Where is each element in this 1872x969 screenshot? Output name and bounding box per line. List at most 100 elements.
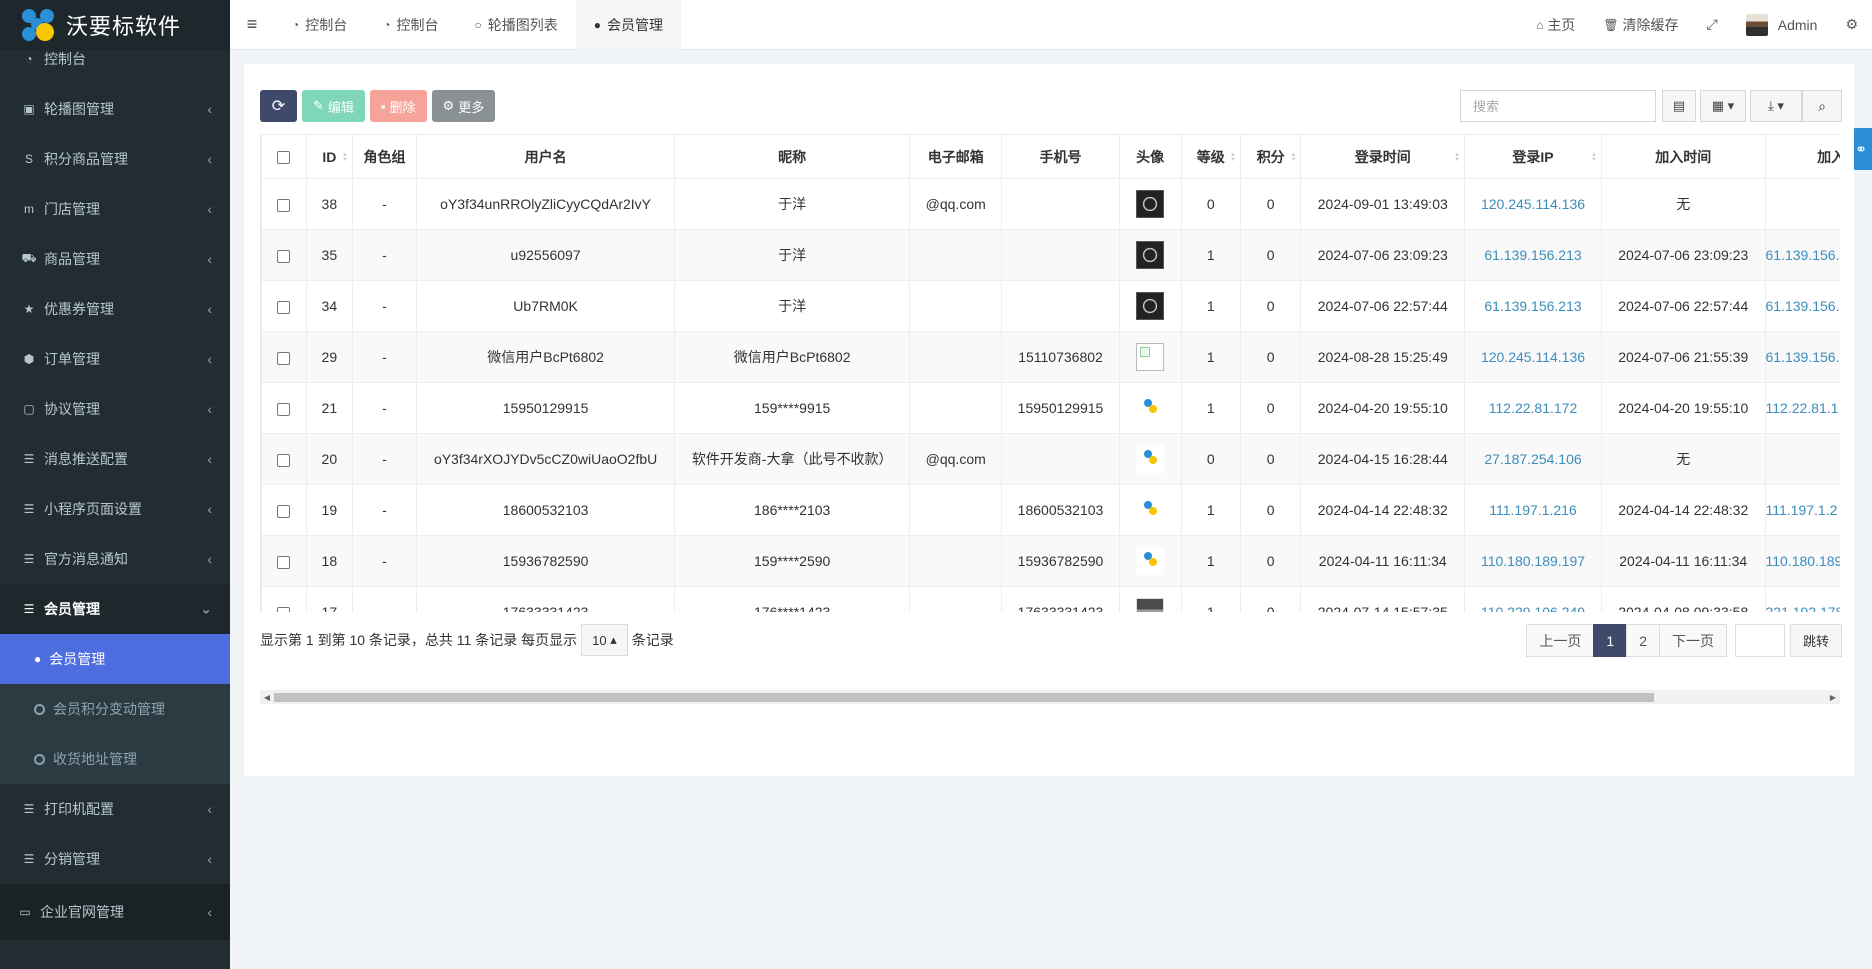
nav-tab[interactable]: ○ 轮播图列表 xyxy=(457,0,576,50)
cell-login-ip[interactable]: 61.139.156.213 xyxy=(1464,229,1602,281)
cell-join-ip[interactable]: 61.139.156.2 xyxy=(1764,331,1840,383)
cell-join-ip[interactable] xyxy=(1764,433,1840,485)
sidebar-item[interactable]: ☰ 小程序页面设置 ‹ xyxy=(0,484,230,534)
prev-page-button[interactable]: 上一页 xyxy=(1526,624,1595,657)
column-header[interactable]: 积分 xyxy=(1239,134,1302,179)
column-header[interactable]: 角色组 xyxy=(351,134,418,179)
avatar-image[interactable] xyxy=(1136,445,1165,473)
row-select-cell[interactable] xyxy=(261,382,307,434)
sidebar-subitem[interactable]: 会员积分变动管理 xyxy=(0,684,230,734)
column-header[interactable]: 加入IP xyxy=(1764,134,1840,179)
column-header[interactable]: 加入时间 xyxy=(1600,134,1766,179)
nav-tab[interactable]: ● 会员管理 xyxy=(575,0,681,50)
table-row[interactable]: 20- oY3f34rXOJYDv5cCZ0wiUaoO2fbU 软件开发商-大拿（… xyxy=(261,433,1840,485)
avatar-image[interactable] xyxy=(1136,496,1165,524)
next-page-button[interactable]: 下一页 xyxy=(1658,624,1727,657)
scroll-left-icon[interactable]: ◀ xyxy=(260,690,274,704)
more-button[interactable]: ⚙ 更多 xyxy=(431,90,496,122)
table-row[interactable]: 21-15950129915 159****9915 15950129915 1 0 20… xyxy=(261,382,1840,434)
avatar-image[interactable] xyxy=(1136,241,1165,269)
select-all-checkbox[interactable] xyxy=(277,151,291,165)
sidebar-item[interactable]: ▣ 轮播图管理 ‹ xyxy=(0,84,230,134)
nav-tab[interactable]: ◔ 控制台 xyxy=(274,0,365,50)
row-select-cell[interactable] xyxy=(261,484,307,536)
avatar-image[interactable] xyxy=(1136,343,1165,371)
user-menu[interactable]: Admin xyxy=(1732,13,1832,36)
jump-button[interactable]: 跳转 xyxy=(1789,624,1842,657)
page-size-dropdown[interactable]: 10 ▴ xyxy=(581,624,628,656)
table-row[interactable]: 35- u92556097 于洋 1 0 2024-07-06 23:09:23 61.13… xyxy=(261,229,1840,281)
cell-join-ip[interactable]: 221.192.178. xyxy=(1764,586,1840,612)
cell-login-ip[interactable]: 61.139.156.213 xyxy=(1464,280,1602,332)
column-header[interactable]: 电子邮箱 xyxy=(909,134,1003,179)
sidebar-item[interactable]: ★ 优惠券管理 ‹ xyxy=(0,284,230,334)
table-horizontal-scrollbar[interactable]: ◀ ▶ xyxy=(260,690,1840,704)
row-select-cell[interactable] xyxy=(261,586,307,612)
column-header[interactable]: 登录时间 xyxy=(1300,134,1466,179)
avatar-image[interactable] xyxy=(1136,598,1165,612)
row-checkbox[interactable] xyxy=(277,555,291,569)
cell-login-ip[interactable]: 112.22.81.172 xyxy=(1464,382,1602,434)
page-number-button[interactable]: 1 xyxy=(1593,624,1628,657)
table-row[interactable]: 17-17633331423 176****1423 17633331423 1 0 20… xyxy=(261,586,1840,612)
sidebar-item[interactable]: ☰ 会员管理 ⌄ xyxy=(0,584,230,634)
nav-tab[interactable]: ◔ 控制台 xyxy=(365,0,456,50)
search-button[interactable]: ⌕ xyxy=(1802,90,1842,122)
sidebar-item[interactable]: ▭ 企业官网管理 ‹ xyxy=(0,884,230,940)
sidebar-item[interactable]: ⬢ 订单管理 ‹ xyxy=(0,334,230,384)
fullscreen-icon[interactable]: ⤢ xyxy=(1693,16,1732,33)
cell-join-ip[interactable]: 61.139.156.2 xyxy=(1764,280,1840,332)
column-header[interactable]: 登录IP xyxy=(1464,134,1602,179)
sidebar-subitem[interactable]: 收货地址管理 xyxy=(0,734,230,784)
avatar-image[interactable] xyxy=(1136,547,1165,575)
row-checkbox[interactable] xyxy=(277,249,291,263)
delete-button[interactable]: ▪ 删除 xyxy=(369,90,427,122)
row-select-cell[interactable] xyxy=(261,229,307,281)
cell-join-ip[interactable] xyxy=(1764,178,1840,230)
table-row[interactable]: 29- 微信用户BcPt6802 微信用户BcPt6802 15110736802 1 0… xyxy=(261,331,1840,383)
row-checkbox[interactable] xyxy=(277,198,291,212)
row-select-cell[interactable] xyxy=(261,178,307,230)
sidebar-item[interactable]: m 门店管理 ‹ xyxy=(0,184,230,234)
cell-login-ip[interactable]: 120.245.114.136 xyxy=(1464,178,1602,230)
column-header[interactable]: 头像 xyxy=(1118,134,1182,179)
row-checkbox[interactable] xyxy=(277,351,291,365)
row-checkbox[interactable] xyxy=(277,504,291,518)
sidebar-item[interactable]: ☰ 消息推送配置 ‹ xyxy=(0,434,230,484)
avatar-image[interactable] xyxy=(1136,190,1165,218)
home-link[interactable]: ⌂ 主页 xyxy=(1522,15,1589,35)
sidebar-item[interactable]: ☰ 打印机配置 ‹ xyxy=(0,784,230,834)
row-select-cell[interactable] xyxy=(261,433,307,485)
sidebar-item[interactable]: ☰ 官方消息通知 ‹ xyxy=(0,534,230,584)
column-header[interactable]: 等级 xyxy=(1180,134,1241,179)
cell-join-ip[interactable]: 61.139.156.2 xyxy=(1764,229,1840,281)
cell-join-ip[interactable]: 112.22.81.1 xyxy=(1764,382,1840,434)
table-row[interactable]: 19-18600532103 186****2103 18600532103 1 0 20… xyxy=(261,484,1840,536)
cell-login-ip[interactable]: 110.229.106.249 xyxy=(1464,586,1602,612)
edit-button[interactable]: ✎ 编辑 xyxy=(302,90,365,122)
row-checkbox[interactable] xyxy=(277,300,291,314)
avatar-image[interactable] xyxy=(1136,394,1165,422)
cell-login-ip[interactable]: 111.197.1.216 xyxy=(1464,484,1602,536)
column-header[interactable]: 昵称 xyxy=(674,134,911,179)
clear-cache-link[interactable]: 🗑 清除缓存 xyxy=(1589,15,1692,35)
sidebar-item[interactable]: ◔ 控制台 xyxy=(0,34,230,84)
column-header[interactable]: 手机号 xyxy=(1001,134,1120,179)
row-checkbox[interactable] xyxy=(277,402,291,416)
refresh-button[interactable]: ⟳ xyxy=(260,90,297,122)
sidebar-toggle-icon[interactable]: ≡ xyxy=(230,0,274,50)
settings-icon[interactable]: ⚙ xyxy=(1831,16,1872,33)
column-header[interactable]: 用户名 xyxy=(416,134,676,179)
row-checkbox[interactable] xyxy=(277,606,291,612)
page-number-button[interactable]: 2 xyxy=(1626,624,1660,657)
row-select-cell[interactable] xyxy=(261,280,307,332)
row-checkbox[interactable] xyxy=(277,453,291,467)
row-select-cell[interactable] xyxy=(261,535,307,587)
columns-button[interactable]: ▦ ▾ xyxy=(1700,90,1746,122)
row-select-cell[interactable] xyxy=(261,331,307,383)
export-button[interactable]: ⤓ ▾ xyxy=(1750,90,1802,122)
select-all-cell[interactable] xyxy=(261,134,307,179)
sidebar-subitem[interactable]: ● 会员管理 xyxy=(0,634,230,684)
sidebar-item[interactable]: ⛟ 商品管理 ‹ xyxy=(0,234,230,284)
table-row[interactable]: 38- oY3f34unRROlyZliCyyCQdAr2IvY 于洋 @qq.com… xyxy=(261,178,1840,230)
